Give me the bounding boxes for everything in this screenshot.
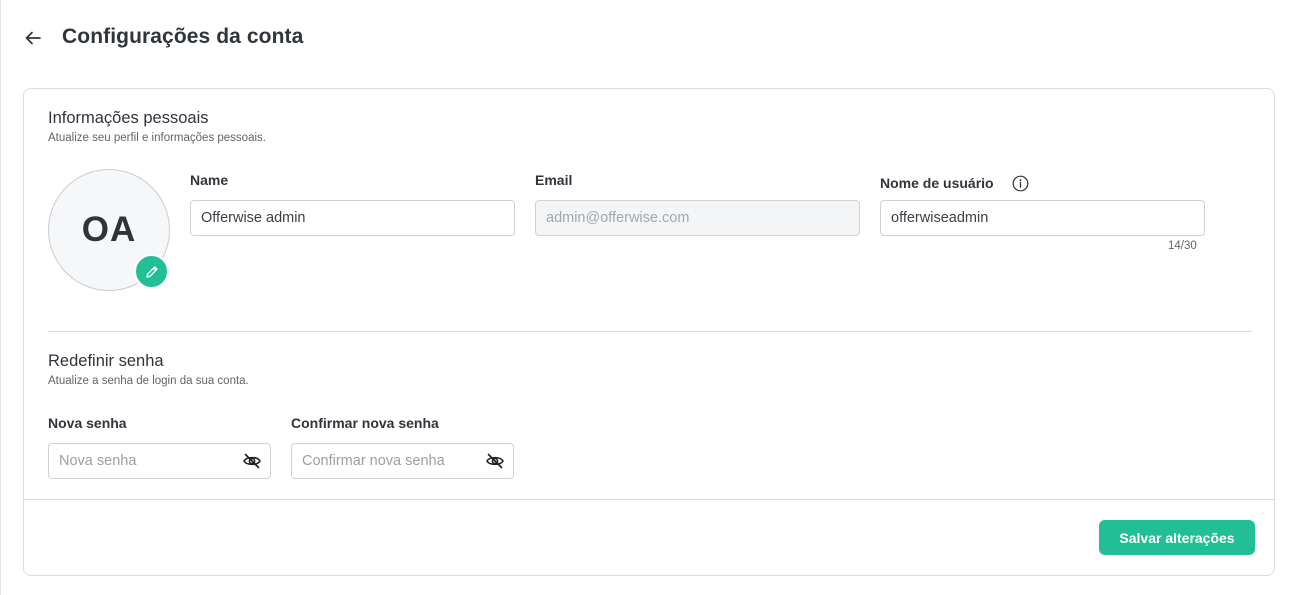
arrow-left-icon xyxy=(25,31,41,45)
toggle-confirm-password-visibility[interactable] xyxy=(484,450,506,472)
name-label: Name xyxy=(190,172,229,188)
email-input xyxy=(535,200,860,236)
toggle-new-password-visibility[interactable] xyxy=(241,450,263,472)
edit-avatar-button[interactable] xyxy=(134,254,169,289)
reset-password-title: Redefinir senha xyxy=(48,352,164,370)
name-input[interactable] xyxy=(190,200,515,236)
pencil-icon xyxy=(145,265,158,278)
username-input[interactable] xyxy=(880,200,1205,236)
account-settings-page: Configurações da conta Informações pesso… xyxy=(0,0,1289,595)
section-divider xyxy=(48,331,1252,332)
eye-off-icon xyxy=(243,453,261,469)
eye-off-icon xyxy=(486,453,504,469)
save-changes-button[interactable]: Salvar alterações xyxy=(1099,520,1255,555)
settings-card: Informações pessoais Atualize seu perfil… xyxy=(23,88,1275,576)
footer-divider xyxy=(24,499,1274,500)
new-password-input[interactable] xyxy=(48,443,271,479)
personal-info-subtitle: Atualize seu perfil e informações pessoa… xyxy=(48,132,266,144)
avatar-initials: OA xyxy=(81,210,137,249)
username-label: Nome de usuário xyxy=(880,175,994,191)
back-button[interactable] xyxy=(21,26,45,50)
personal-info-title: Informações pessoais xyxy=(48,109,209,127)
confirm-password-input[interactable] xyxy=(291,443,514,479)
confirm-password-label: Confirmar nova senha xyxy=(291,415,439,431)
new-password-label: Nova senha xyxy=(48,415,127,431)
page-title: Configurações da conta xyxy=(62,25,304,48)
reset-password-subtitle: Atualize a senha de login da sua conta. xyxy=(48,375,249,387)
page-header: Configurações da conta xyxy=(1,0,1289,78)
info-icon[interactable] xyxy=(1011,174,1029,192)
email-label: Email xyxy=(535,172,573,188)
username-char-counter: 14/30 xyxy=(1168,240,1197,252)
